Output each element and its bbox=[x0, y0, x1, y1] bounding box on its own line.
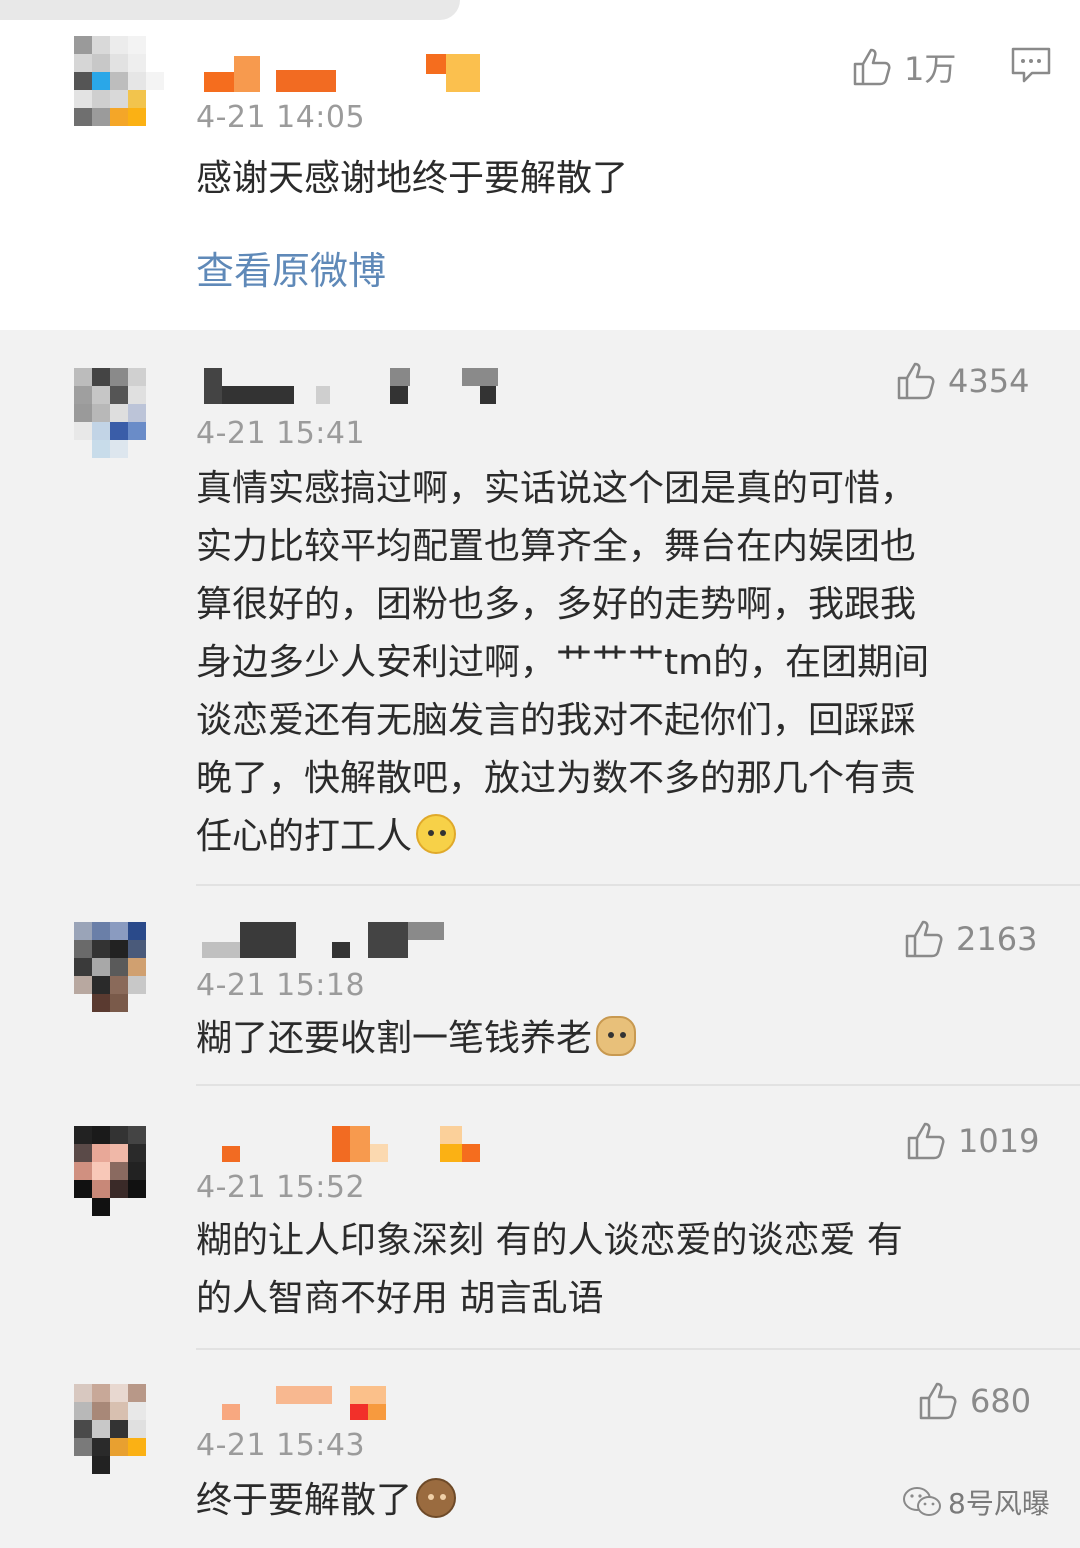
divider bbox=[196, 1084, 1080, 1086]
comment-text: 终于要解散了 bbox=[196, 1472, 1010, 1530]
avatar[interactable] bbox=[74, 36, 166, 148]
like-count: 4354 bbox=[948, 362, 1030, 400]
watermark-text: 8号风曝 bbox=[948, 1487, 1050, 1520]
avatar[interactable] bbox=[74, 368, 166, 480]
like-button[interactable]: 1万 bbox=[850, 44, 956, 90]
view-original-weibo-link[interactable]: 查看原微博 bbox=[196, 240, 386, 295]
like-count: 2163 bbox=[956, 920, 1038, 958]
doge-emoji bbox=[596, 1016, 637, 1056]
wechat-icon bbox=[903, 1487, 941, 1516]
thumbs-up-icon bbox=[897, 362, 935, 400]
featured-comment-card: 1万 4-21 14:05 感谢天感谢地终于要解散了 查看原微博 bbox=[0, 0, 1080, 330]
comment-item: 1019 4-21 15:52 糊的让人印象深刻 有的人谈恋爱的谈恋爱 有 的人… bbox=[0, 1090, 1080, 1360]
like-button[interactable]: 680 bbox=[916, 1380, 1031, 1422]
like-count: 680 bbox=[970, 1382, 1032, 1420]
comment-time: 4-21 14:05 bbox=[196, 100, 366, 135]
like-button[interactable]: 1019 bbox=[904, 1120, 1039, 1162]
comment-time: 4-21 15:18 bbox=[196, 968, 366, 1003]
comment-time: 4-21 15:52 bbox=[196, 1170, 366, 1205]
comment-text: 真情实感搞过啊，实话说这个团是真的可惜， 实力比较平均配置也算齐全，舞台在内娱团… bbox=[196, 468, 930, 857]
comment-time: 4-21 15:43 bbox=[196, 1428, 366, 1463]
see-no-evil-monkey-emoji bbox=[416, 1478, 457, 1518]
avatar[interactable] bbox=[74, 922, 166, 1034]
like-button[interactable]: 2163 bbox=[902, 918, 1037, 960]
comment-icon[interactable] bbox=[1010, 46, 1052, 84]
thumbs-up-icon bbox=[853, 48, 891, 86]
username-pixelated[interactable] bbox=[200, 368, 500, 408]
tab-edge bbox=[0, 0, 460, 20]
comment-time: 4-21 15:41 bbox=[196, 416, 366, 451]
thumbs-up-icon bbox=[905, 920, 943, 958]
avatar[interactable] bbox=[74, 1126, 166, 1238]
comment-text: 糊的让人印象深刻 有的人谈恋爱的谈恋爱 有 的人智商不好用 胡言乱语 bbox=[196, 1220, 903, 1319]
avatar[interactable] bbox=[74, 1384, 166, 1496]
username-pixelated[interactable] bbox=[200, 1126, 490, 1166]
divider bbox=[196, 884, 1080, 886]
like-count: 1万 bbox=[904, 50, 957, 88]
like-button[interactable]: 4354 bbox=[894, 360, 1029, 402]
thinking-emoji bbox=[416, 814, 457, 854]
like-count: 1019 bbox=[958, 1122, 1040, 1160]
comment-item: 2163 4-21 15:18 糊了还要收割一笔钱养老 bbox=[0, 890, 1080, 1090]
divider bbox=[196, 1348, 1080, 1350]
watermark: 8号风曝 bbox=[902, 1482, 1050, 1522]
comment-text: 糊了还要收割一笔钱养老 bbox=[196, 1010, 1010, 1068]
username-pixelated[interactable] bbox=[200, 1384, 400, 1424]
weibo-comment-list: 1万 4-21 14:05 感谢天感谢地终于要解散了 查看原微博 4354 4-… bbox=[0, 0, 1080, 1548]
comment-text: 感谢天感谢地终于要解散了 bbox=[196, 158, 629, 199]
username-pixelated[interactable] bbox=[200, 922, 460, 962]
thumbs-up-icon bbox=[919, 1382, 957, 1420]
thumbs-up-icon bbox=[907, 1122, 945, 1160]
comment-item: 4354 4-21 15:41 真情实感搞过啊，实话说这个团是真的可惜， 实力比… bbox=[0, 330, 1080, 890]
username-pixelated[interactable] bbox=[200, 52, 490, 92]
